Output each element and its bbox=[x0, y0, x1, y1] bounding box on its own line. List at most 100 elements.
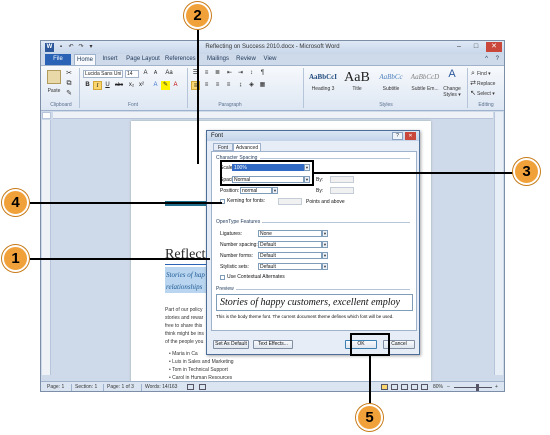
tab-review[interactable]: Review bbox=[235, 54, 257, 65]
tab-font[interactable]: Font bbox=[213, 143, 233, 151]
tab-selector[interactable] bbox=[42, 112, 51, 119]
highlight-icon[interactable]: ✎ bbox=[161, 81, 170, 90]
status-page-of[interactable]: Page: 1 of 3 bbox=[107, 382, 134, 391]
italic-button[interactable]: I bbox=[93, 81, 102, 90]
tab-view[interactable]: View bbox=[261, 54, 279, 65]
position-combo[interactable]: normal bbox=[240, 187, 272, 194]
line-spacing-icon[interactable]: ↨ bbox=[236, 81, 245, 90]
contextual-alternates-checkbox[interactable] bbox=[220, 275, 225, 280]
number-spacing-dropdown-icon[interactable]: ▼ bbox=[322, 241, 328, 248]
copy-icon[interactable]: ⧉ bbox=[65, 80, 73, 88]
change-case-icon[interactable]: Aa bbox=[163, 69, 175, 78]
bold-button[interactable]: B bbox=[83, 81, 92, 90]
font-color-icon[interactable]: A bbox=[171, 81, 180, 90]
strikethrough-button[interactable]: abc bbox=[113, 81, 125, 90]
paste-icon[interactable] bbox=[47, 70, 61, 84]
ligatures-dropdown-icon[interactable]: ▼ bbox=[322, 230, 328, 237]
status-page[interactable]: Page: 1 bbox=[47, 382, 64, 391]
tab-insert[interactable]: Insert bbox=[99, 54, 121, 65]
style-heading-3[interactable]: AaBbCcI Heading 3 bbox=[307, 69, 339, 99]
spacing-by-input[interactable] bbox=[330, 176, 354, 183]
horizontal-ruler[interactable] bbox=[53, 112, 493, 119]
position-dropdown-icon[interactable]: ▼ bbox=[272, 187, 278, 194]
bullet-item[interactable]: • Tom in Technical Support bbox=[169, 367, 228, 373]
style-subtitle[interactable]: AaBbCc Subtitle bbox=[375, 69, 407, 99]
replace-button[interactable]: Replace bbox=[477, 80, 495, 88]
zoom-slider-thumb[interactable] bbox=[475, 384, 479, 391]
number-spacing-combo[interactable]: Default bbox=[258, 241, 322, 248]
number-forms-combo[interactable]: Default bbox=[258, 252, 322, 259]
full-screen-reading-icon[interactable] bbox=[391, 384, 398, 390]
select-icon[interactable]: ↖ bbox=[469, 90, 477, 98]
align-right-icon[interactable]: ≡ bbox=[213, 81, 222, 90]
set-as-default-button[interactable]: Set As Default bbox=[213, 340, 249, 349]
underline-button[interactable]: U bbox=[103, 81, 112, 90]
draft-view-icon[interactable] bbox=[421, 384, 428, 390]
zoom-in-button[interactable]: + bbox=[495, 382, 498, 391]
replace-icon[interactable]: ⇄ bbox=[469, 80, 477, 88]
sort-icon[interactable]: ↕ bbox=[247, 69, 256, 78]
kerning-points-input[interactable] bbox=[278, 198, 302, 205]
text-effects-icon[interactable]: A bbox=[151, 81, 160, 90]
grow-font-icon[interactable]: A bbox=[141, 69, 150, 78]
tab-home[interactable]: Home bbox=[74, 54, 96, 65]
dialog-close-button[interactable]: ✕ bbox=[405, 132, 416, 140]
zoom-slider[interactable] bbox=[454, 387, 492, 388]
ligatures-combo[interactable]: None bbox=[258, 230, 322, 237]
callout-leader-4 bbox=[30, 202, 222, 204]
proofing-icon[interactable] bbox=[187, 384, 194, 390]
tab-mailings[interactable]: Mailings bbox=[205, 54, 231, 65]
status-words[interactable]: Words: 14/163 bbox=[145, 382, 177, 391]
justify-icon[interactable]: ≡ bbox=[224, 81, 233, 90]
document-title[interactable]: Reflecti bbox=[165, 247, 209, 263]
close-button[interactable]: ✕ bbox=[486, 42, 502, 52]
select-button[interactable]: Select ▾ bbox=[477, 90, 495, 98]
zoom-level[interactable]: 80% bbox=[433, 382, 443, 391]
font-size-box[interactable]: 14 bbox=[125, 70, 139, 78]
print-layout-view-icon[interactable] bbox=[381, 384, 388, 390]
align-center-icon[interactable]: ≡ bbox=[202, 81, 211, 90]
vertical-scrollbar[interactable] bbox=[494, 112, 503, 375]
maximize-button[interactable]: □ bbox=[468, 42, 484, 52]
superscript-button[interactable]: x² bbox=[137, 81, 146, 90]
zoom-out-button[interactable]: – bbox=[447, 382, 450, 391]
bullet-item[interactable]: • Maria in Ca bbox=[169, 351, 198, 357]
show-formatting-icon[interactable]: ¶ bbox=[258, 69, 267, 78]
minimize-ribbon-icon[interactable]: ^ bbox=[485, 56, 488, 62]
multilevel-list-icon[interactable]: ≣ bbox=[213, 69, 222, 78]
find-button[interactable]: Find ▾ bbox=[477, 70, 491, 78]
style-title[interactable]: AaB Title bbox=[341, 69, 373, 99]
tab-file[interactable]: File bbox=[45, 54, 71, 65]
paste-label[interactable]: Paste bbox=[45, 87, 63, 95]
increase-indent-icon[interactable]: ⇥ bbox=[236, 69, 245, 78]
tab-page-layout[interactable]: Page Layout bbox=[125, 54, 161, 65]
font-name-box[interactable]: Lucida Sans Uni bbox=[83, 70, 123, 78]
bullet-item[interactable]: • Luis in Sales and Marketing bbox=[169, 359, 234, 365]
shading-icon[interactable]: ◈ bbox=[247, 81, 256, 90]
style-subtle-emphasis[interactable]: AaBbCcD Subtle Em... bbox=[409, 69, 441, 99]
stylistic-sets-combo[interactable]: Default bbox=[258, 263, 322, 270]
number-forms-dropdown-icon[interactable]: ▼ bbox=[322, 252, 328, 259]
cut-icon[interactable]: ✂ bbox=[65, 70, 73, 78]
web-layout-icon[interactable] bbox=[401, 384, 408, 390]
position-by-input[interactable] bbox=[330, 187, 354, 194]
numbering-icon[interactable]: ≡ bbox=[202, 69, 211, 78]
change-styles-button[interactable]: Change Styles ▾ bbox=[439, 86, 465, 98]
decrease-indent-icon[interactable]: ⇤ bbox=[225, 69, 234, 78]
subscript-button[interactable]: x₂ bbox=[127, 81, 136, 90]
macro-record-icon[interactable] bbox=[199, 384, 206, 390]
borders-icon[interactable]: ▦ bbox=[258, 81, 267, 90]
format-painter-icon[interactable]: ✎ bbox=[65, 90, 73, 98]
vertical-ruler[interactable] bbox=[42, 120, 51, 375]
outline-view-icon[interactable] bbox=[411, 384, 418, 390]
find-icon[interactable]: ⌕ bbox=[469, 70, 477, 78]
help-icon[interactable]: ? bbox=[496, 56, 499, 62]
text-effects-button[interactable]: Text Effects... bbox=[253, 340, 293, 349]
dialog-help-button[interactable]: ? bbox=[392, 132, 403, 140]
status-section[interactable]: Section: 1 bbox=[75, 382, 97, 391]
shrink-font-icon[interactable]: A bbox=[151, 69, 160, 78]
stylistic-sets-dropdown-icon[interactable]: ▼ bbox=[322, 263, 328, 270]
minimize-button[interactable]: – bbox=[451, 42, 467, 52]
change-styles-icon[interactable]: A bbox=[445, 69, 459, 80]
tab-references[interactable]: References bbox=[165, 54, 196, 65]
